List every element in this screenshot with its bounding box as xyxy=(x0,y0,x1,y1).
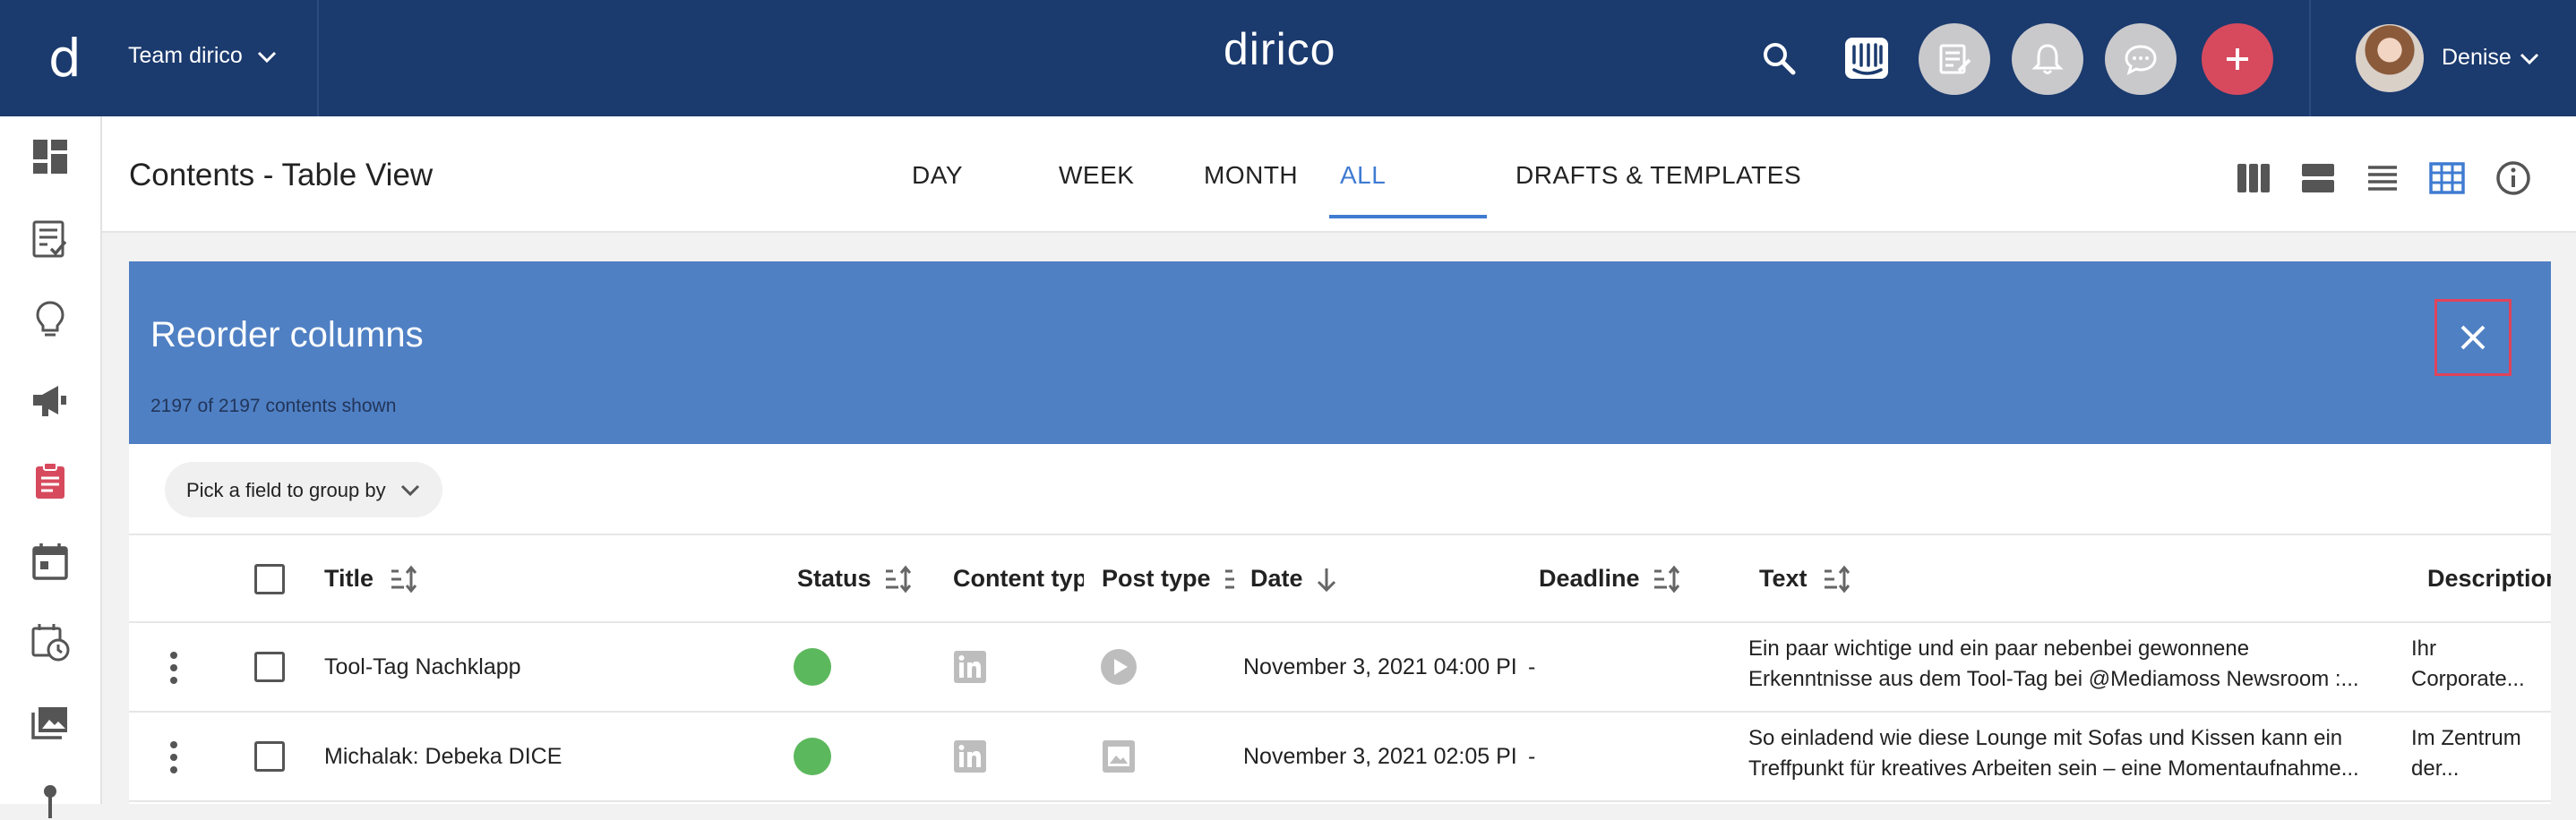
dashboard-icon[interactable] xyxy=(30,136,71,177)
column-post-type[interactable]: Post type xyxy=(1102,565,1211,593)
tab-week[interactable]: WEEK xyxy=(1059,161,1134,190)
status-indicator xyxy=(794,648,831,686)
search-icon[interactable] xyxy=(1761,40,1797,76)
calendar-clock-icon[interactable] xyxy=(30,621,71,662)
row-description-line: Im Zentrum xyxy=(2411,726,2521,750)
sub-header: Contents - Table View DAY WEEK MONTH ALL… xyxy=(102,116,2576,233)
select-all-checkbox[interactable] xyxy=(254,564,285,594)
image-icon xyxy=(1103,740,1135,773)
user-menu[interactable]: Denise xyxy=(2309,0,2576,116)
group-by-label: Pick a field to group by xyxy=(186,479,386,501)
team-logo: d xyxy=(48,28,82,89)
close-icon xyxy=(2460,325,2486,350)
row-description-line: der... xyxy=(2411,756,2460,781)
brand-logo: dirico xyxy=(1224,24,1336,74)
content-card: Reorder columns 2197 of 2197 contents sh… xyxy=(129,261,2551,804)
row-text-line: So einladend wie diese Lounge mit Sofas … xyxy=(1748,726,2343,750)
megaphone-icon[interactable] xyxy=(30,380,71,421)
chat-button[interactable] xyxy=(2105,23,2177,95)
column-status[interactable]: Status xyxy=(797,565,872,593)
linkedin-icon xyxy=(954,740,986,773)
info-icon[interactable] xyxy=(2494,158,2533,198)
page-title: Contents - Table View xyxy=(129,158,434,192)
sort-icon[interactable] xyxy=(1652,564,1682,594)
board-view-icon[interactable] xyxy=(2234,158,2273,198)
linkedin-icon xyxy=(954,651,986,683)
tab-day[interactable]: DAY xyxy=(912,161,963,190)
list-view-icon[interactable] xyxy=(2363,158,2402,198)
avatar[interactable] xyxy=(2356,24,2424,92)
sidebar xyxy=(0,116,102,818)
more-options-icon[interactable] xyxy=(168,650,179,686)
user-name[interactable]: Denise xyxy=(2442,45,2512,71)
tab-month[interactable]: MONTH xyxy=(1204,161,1298,190)
sort-icon[interactable] xyxy=(1822,564,1852,594)
row-text-line: Ein paar wichtige und ein paar nebenbei … xyxy=(1748,636,2250,661)
more-options-icon[interactable] xyxy=(168,739,179,775)
top-bar: d Team dirico dirico Denise xyxy=(0,0,2576,116)
row-deadline: - xyxy=(1528,654,1536,679)
row-title[interactable]: Michalak: Debeka DICE xyxy=(324,744,562,770)
column-content-type[interactable]: Content typ xyxy=(953,565,1084,593)
calendar-icon[interactable] xyxy=(30,541,71,582)
row-checkbox[interactable] xyxy=(254,652,285,682)
row-description-line: Corporate... xyxy=(2411,667,2525,691)
table-header: Title Status Content typ Post type Date … xyxy=(129,534,2551,623)
table-row[interactable]: Michalak: Debeka DICE November 3, 2021 0… xyxy=(129,713,2551,802)
add-content-button[interactable] xyxy=(2202,23,2273,95)
notifications-button[interactable] xyxy=(2012,23,2083,95)
team-switcher[interactable]: d Team dirico xyxy=(0,0,319,116)
sort-icon[interactable] xyxy=(1224,564,1236,594)
status-indicator xyxy=(794,738,831,775)
video-icon xyxy=(1101,649,1137,685)
sort-icon[interactable] xyxy=(883,564,914,594)
team-name[interactable]: Team dirico xyxy=(128,43,243,69)
row-text-line: Treffpunkt für kreatives Arbeiten sein –… xyxy=(1748,756,2359,781)
column-deadline[interactable]: Deadline xyxy=(1539,565,1640,593)
reorder-banner: Reorder columns 2197 of 2197 contents sh… xyxy=(129,261,2551,444)
arrow-down-icon[interactable] xyxy=(1311,564,1342,594)
plus-icon xyxy=(2227,48,2248,70)
intercom-icon[interactable] xyxy=(1843,36,1890,81)
chat-icon xyxy=(2125,45,2157,75)
row-date: November 3, 2021 04:00 PI xyxy=(1243,654,1517,679)
checklist-icon[interactable] xyxy=(30,218,71,260)
column-description[interactable]: Description xyxy=(2427,565,2551,593)
banner-title: Reorder columns xyxy=(150,315,424,354)
contents-count: 2197 of 2197 contents shown xyxy=(150,396,397,416)
column-date[interactable]: Date xyxy=(1250,565,1303,593)
column-text[interactable]: Text xyxy=(1759,565,1807,593)
close-button[interactable] xyxy=(2434,299,2512,376)
column-title[interactable]: Title xyxy=(324,565,374,593)
clipboard-icon[interactable] xyxy=(30,460,71,501)
group-by-dropdown[interactable]: Pick a field to group by xyxy=(165,462,442,517)
table-view-icon[interactable] xyxy=(2427,158,2467,198)
row-checkbox[interactable] xyxy=(254,741,285,772)
pin-icon[interactable] xyxy=(30,779,71,820)
row-deadline: - xyxy=(1528,744,1536,769)
row-date: November 3, 2021 02:05 PI xyxy=(1243,744,1517,769)
row-description-line: Ihr xyxy=(2411,636,2437,661)
table-row[interactable]: Tool-Tag Nachklapp November 3, 2021 04:0… xyxy=(129,623,2551,713)
chevron-down-icon[interactable] xyxy=(2519,48,2540,70)
row-title[interactable]: Tool-Tag Nachklapp xyxy=(324,654,521,680)
tab-all[interactable]: ALL xyxy=(1340,161,1386,190)
sort-icon[interactable] xyxy=(389,564,419,594)
tab-drafts-templates[interactable]: DRAFTS & TEMPLATES xyxy=(1516,161,1801,190)
drafts-icon xyxy=(1939,44,1971,74)
split-view-icon[interactable] xyxy=(2298,158,2338,198)
gallery-icon[interactable] xyxy=(30,702,71,743)
active-tab-indicator xyxy=(1329,215,1487,218)
chevron-down-icon[interactable] xyxy=(256,47,278,68)
bell-icon xyxy=(2031,44,2064,74)
lightbulb-icon[interactable] xyxy=(30,299,71,340)
drafts-button[interactable] xyxy=(1919,23,1990,95)
row-text-line: Erkenntnisse aus dem Tool-Tag bei @Media… xyxy=(1748,667,2359,691)
chevron-down-icon xyxy=(400,484,420,497)
